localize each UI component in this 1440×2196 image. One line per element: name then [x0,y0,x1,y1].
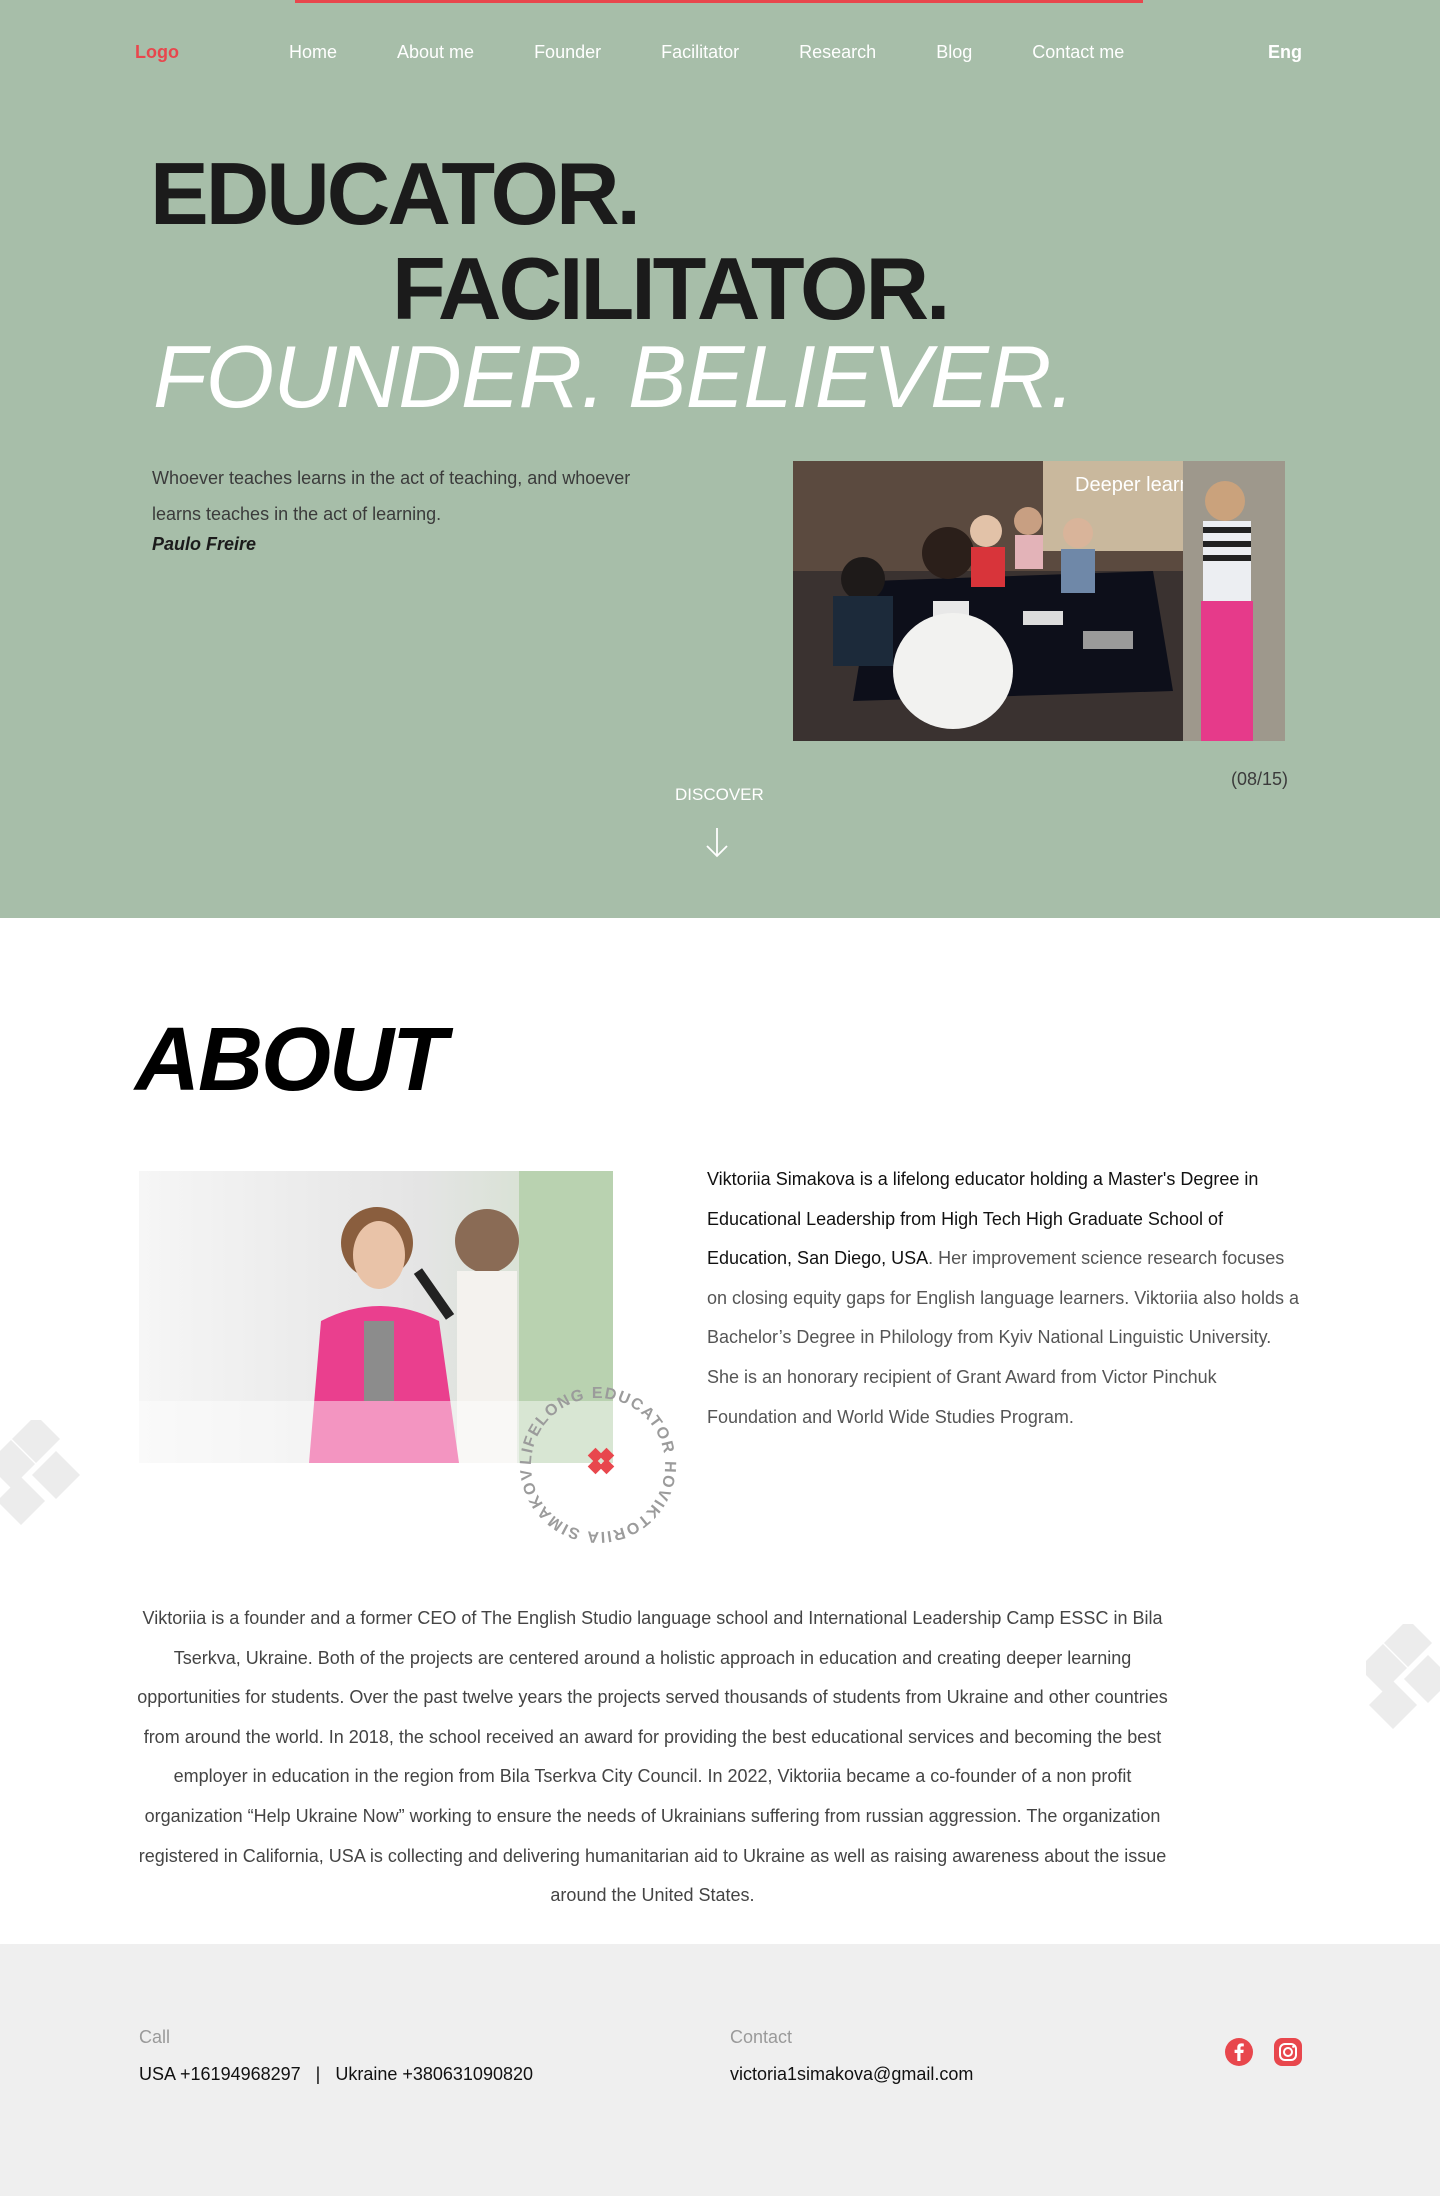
hero-photo-classroom: Deeper learning [793,461,1285,741]
call-label: Call [139,2027,171,2047]
hero-heading-facilitator: FACILITATOR. [392,239,951,338]
main-nav: Home About me Founder Facilitator Resear… [289,42,1124,63]
hero-heading-educator: EDUCATOR. [150,144,641,243]
hero-quote: Whoever teaches learns in the act of tea… [152,468,631,524]
quote-author: Paulo Freire [152,534,257,554]
nav-item-facilitator[interactable]: Facilitator [661,42,739,63]
about-title: ABOUT [135,1010,447,1110]
nav-item-about[interactable]: About me [397,42,474,63]
logo-link[interactable]: Logo [135,42,179,63]
hero-section [0,0,1440,918]
instagram-icon[interactable] [1273,2037,1303,2067]
diamond-logo-icon [587,1447,615,1475]
nav-item-blog[interactable]: Blog [936,42,972,63]
nav-item-research[interactable]: Research [799,42,876,63]
contact-label: Contact [730,2027,793,2047]
facebook-icon[interactable] [1224,2037,1254,2067]
about-intro: Viktoriia Simakova is a lifelong educato… [707,1160,1307,1437]
top-accent-line [295,0,1143,3]
discover-link[interactable]: DISCOVER [675,785,764,805]
slide-counter: (08/15) [1231,769,1289,789]
diamond-pattern-decoration-left [0,1420,80,1526]
email-link[interactable]: victoria1simakova@gmail.com [730,2064,973,2085]
diamond-pattern-decoration-right [1366,1624,1440,1730]
lifelong-educator-badge: LIFELONG EDUCATOR HOVIKTORIIA SIMAKOVA I… [513,1380,677,1545]
founder-paragraph: Viktoriia is a founder and a former CEO … [137,1608,1168,1906]
nav-item-home[interactable]: Home [289,42,337,63]
language-switch[interactable]: Eng [1268,42,1302,63]
about-intro-rest: . Her improvement science research focus… [707,1248,1300,1427]
phone-numbers[interactable]: USA +16194968297 | Ukraine +380631090820 [139,2064,533,2085]
nav-item-founder[interactable]: Founder [534,42,601,63]
classroom-illustration: Deeper learning [793,461,1285,741]
nav-item-contact[interactable]: Contact me [1032,42,1124,63]
arrow-down-icon[interactable] [704,826,730,860]
hero-heading-founder-believer: FOUNDER. BELIEVER. [153,327,1075,426]
